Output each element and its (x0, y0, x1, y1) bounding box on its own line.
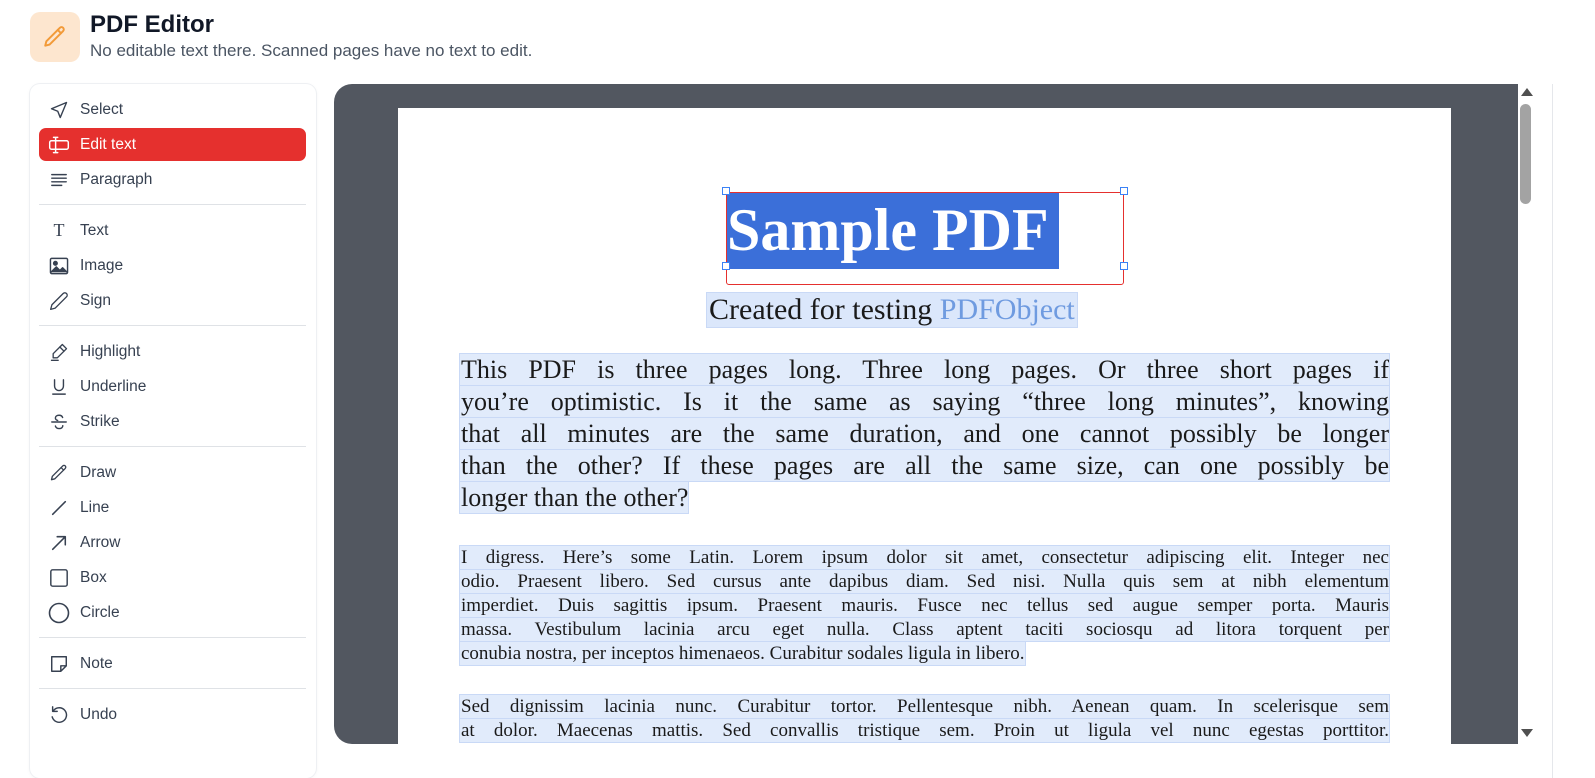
tool-box[interactable]: Box (39, 561, 306, 594)
tool-label: Select (80, 100, 124, 118)
cursor-icon (48, 99, 70, 121)
tool-text[interactable]: T Text (39, 214, 306, 247)
text-line[interactable]: Sed dignissim lacinia nunc. Curabitur to… (459, 694, 1390, 719)
pdf-page[interactable]: Sample PDF Created for testing PDFObject… (398, 108, 1451, 744)
pdfobject-link[interactable]: PDFObject (940, 293, 1075, 326)
pdf-viewer[interactable]: Sample PDF Created for testing PDFObject… (334, 84, 1518, 744)
tool-label: Paragraph (80, 170, 153, 188)
tool-highlight[interactable]: Highlight (39, 335, 306, 368)
app-header: PDF Editor No editable text there. Scann… (30, 10, 533, 62)
tool-undo[interactable]: Undo (39, 698, 306, 731)
strikethrough-icon (48, 411, 70, 433)
tool-label: Edit text (80, 135, 136, 153)
circle-icon (48, 602, 70, 624)
tool-draw[interactable]: Draw (39, 456, 306, 489)
tool-label: Undo (80, 705, 118, 723)
edit-selection-box[interactable] (726, 192, 1124, 285)
paragraph-3[interactable]: Sed dignissim lacinia nunc. Curabitur to… (459, 694, 1390, 743)
text-line[interactable]: you’re optimistic. Is it the same as say… (459, 385, 1390, 418)
pencil-icon (30, 12, 80, 62)
divider (39, 204, 306, 205)
tool-note[interactable]: Note (39, 647, 306, 680)
viewer-scrollbar[interactable] (1518, 84, 1534, 744)
edit-text-icon (48, 134, 70, 156)
tool-label: Strike (80, 412, 120, 430)
tool-line[interactable]: Line (39, 491, 306, 524)
line-icon (48, 497, 70, 519)
tool-label: Underline (80, 377, 147, 395)
scrollbar-thumb[interactable] (1520, 104, 1531, 204)
paragraph-2[interactable]: I digress. Here’s some Latin. Lorem ipsu… (459, 545, 1390, 671)
divider (39, 637, 306, 638)
app-title: PDF Editor (90, 10, 214, 38)
text-line[interactable]: I digress. Here’s some Latin. Lorem ipsu… (459, 545, 1390, 570)
tool-label: Note (80, 654, 113, 672)
square-icon (48, 567, 70, 589)
tool-label: Sign (80, 291, 112, 309)
tool-sidebar: Select Edit text Paragraph T Text Image … (30, 84, 316, 778)
tool-strike[interactable]: Strike (39, 405, 306, 438)
pen-icon (48, 290, 70, 312)
text-line[interactable]: that all minutes are the same duration, … (459, 417, 1390, 450)
tool-circle[interactable]: Circle (39, 596, 306, 629)
tool-label: Highlight (80, 342, 141, 360)
tool-label: Arrow (80, 533, 121, 551)
paragraph-icon (48, 169, 70, 191)
note-icon (48, 653, 70, 675)
text-line[interactable]: at dolor. Maecenas mattis. Sed convallis… (459, 718, 1390, 743)
tool-underline[interactable]: Underline (39, 370, 306, 403)
underline-icon (48, 376, 70, 398)
text-line[interactable]: conubia nostra, per inceptos himenaeos. … (459, 641, 1026, 666)
tool-image[interactable]: Image (39, 249, 306, 282)
text-line[interactable]: odio. Praesent libero. Sed cursus ante d… (459, 569, 1390, 594)
tool-label: Circle (80, 603, 120, 621)
tool-label: Line (80, 498, 110, 516)
text-icon: T (53, 220, 65, 240)
subtitle-text: Created for testing (709, 293, 940, 326)
tool-edit-text[interactable]: Edit text (39, 128, 306, 161)
text-line[interactable]: longer than the other? (459, 481, 690, 514)
undo-icon (48, 704, 70, 726)
text-line[interactable]: than the other? If these pages are all t… (459, 449, 1390, 482)
pencil-icon (48, 462, 70, 484)
tool-arrow[interactable]: Arrow (39, 526, 306, 559)
status-message: No editable text there. Scanned pages ha… (90, 40, 533, 60)
tool-select[interactable]: Select (39, 93, 306, 126)
paragraph-1[interactable]: This PDF is three pages long. Three long… (459, 353, 1390, 520)
text-line[interactable]: This PDF is three pages long. Three long… (459, 353, 1390, 386)
divider (39, 325, 306, 326)
tool-paragraph[interactable]: Paragraph (39, 163, 306, 196)
resize-handle-bottom-right[interactable] (1120, 262, 1128, 270)
scroll-up-arrow-icon[interactable] (1521, 88, 1533, 96)
resize-handle-bottom-left[interactable] (722, 262, 730, 270)
resize-handle-top-right[interactable] (1120, 187, 1128, 195)
tool-label: Box (80, 568, 107, 586)
tool-label: Draw (80, 463, 117, 481)
scroll-down-arrow-icon[interactable] (1521, 729, 1533, 737)
resize-handle-top-left[interactable] (722, 187, 730, 195)
right-panel-edge (1552, 84, 1553, 778)
tool-label: Image (80, 256, 124, 274)
tool-label: Text (80, 221, 109, 239)
tool-sign[interactable]: Sign (39, 284, 306, 317)
document-subtitle[interactable]: Created for testing PDFObject (706, 292, 1078, 328)
divider (39, 688, 306, 689)
arrow-icon (48, 532, 70, 554)
text-line[interactable]: massa. Vestibulum lacinia arcu eget null… (459, 617, 1390, 642)
text-line[interactable]: imperdiet. Duis sagittis ipsum. Praesent… (459, 593, 1390, 618)
image-icon (48, 255, 70, 277)
divider (39, 446, 306, 447)
highlighter-icon (48, 341, 70, 363)
